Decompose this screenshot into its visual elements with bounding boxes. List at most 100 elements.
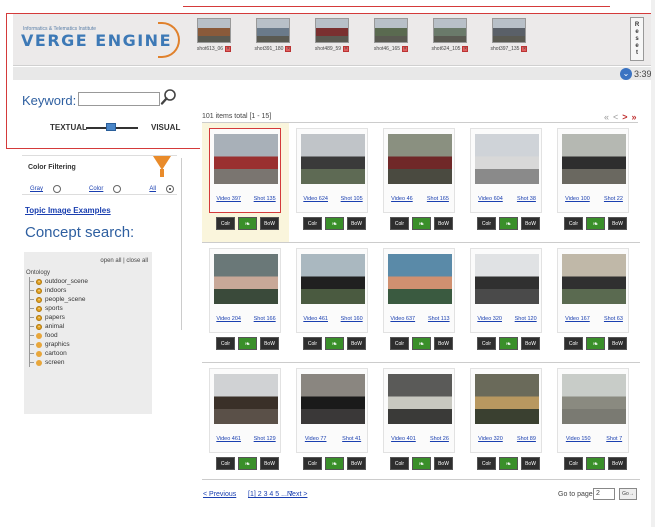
remove-shot-icon[interactable]: × (462, 46, 469, 52)
bow-search-button[interactable]: BoW (260, 337, 279, 350)
bow-search-button[interactable]: BoW (521, 337, 540, 350)
add-shot-button[interactable]: ❧ (499, 217, 518, 230)
video-link[interactable]: Video 320 (478, 436, 503, 442)
video-link[interactable]: Video 637 (390, 316, 415, 322)
go-button[interactable]: Go→ (619, 488, 637, 500)
color-search-button[interactable]: Colr (216, 337, 235, 350)
add-shot-button[interactable]: ❧ (238, 457, 257, 470)
shot-link[interactable]: Shot 41 (342, 436, 361, 442)
strip-thumb[interactable]: shot397_135 × (483, 18, 535, 60)
strip-thumb[interactable]: shot46_165 × (365, 18, 417, 60)
color-option-radio[interactable] (113, 185, 122, 193)
search-icon[interactable] (160, 88, 178, 106)
color-search-button[interactable]: Colr (303, 457, 322, 470)
add-shot-button[interactable]: ❧ (586, 337, 605, 350)
shot-link[interactable]: Shot 105 (341, 196, 363, 202)
strip-thumb-image[interactable] (315, 18, 349, 43)
expand-icon[interactable]: + (36, 305, 42, 312)
shot-link[interactable]: Shot 135 (254, 196, 276, 202)
ontology-item-label[interactable]: people_scene (45, 296, 85, 303)
strip-thumb[interactable]: shot613_06 × (188, 18, 240, 60)
video-link[interactable]: Video 624 (303, 196, 328, 202)
ontology-item[interactable]: food (26, 331, 88, 340)
video-link[interactable]: Video 401 (391, 436, 416, 442)
strip-thumb-image[interactable] (374, 18, 408, 43)
expand-icon[interactable]: + (36, 287, 42, 294)
add-shot-button[interactable]: ❧ (586, 457, 605, 470)
result-thumbnail[interactable] (475, 254, 539, 304)
bow-search-button[interactable]: BoW (434, 337, 453, 350)
textual-visual-slider-handle[interactable] (106, 123, 116, 131)
result-thumbnail[interactable] (388, 134, 452, 184)
page-scrollbar[interactable] (651, 0, 655, 527)
ontology-item-label[interactable]: graphics (45, 341, 70, 348)
ontology-item-label[interactable]: papers (45, 314, 65, 321)
bow-search-button[interactable]: BoW (434, 217, 453, 230)
color-search-button[interactable]: Colr (477, 457, 496, 470)
expand-icon[interactable]: + (36, 278, 42, 285)
add-shot-button[interactable]: ❧ (325, 337, 344, 350)
video-link[interactable]: Video 397 (216, 196, 241, 202)
color-search-button[interactable]: Colr (216, 217, 235, 230)
video-link[interactable]: Video 167 (565, 316, 590, 322)
shot-link[interactable]: Shot 22 (604, 196, 623, 202)
result-thumbnail[interactable] (475, 374, 539, 424)
add-shot-button[interactable]: ❧ (412, 337, 431, 350)
topic-image-examples-link[interactable]: Topic Image Examples (25, 206, 111, 215)
bow-search-button[interactable]: BoW (347, 337, 366, 350)
result-thumbnail[interactable] (214, 134, 278, 184)
video-link[interactable]: Video 150 (566, 436, 591, 442)
result-thumbnail[interactable] (214, 254, 278, 304)
add-shot-button[interactable]: ❧ (586, 217, 605, 230)
color-search-button[interactable]: Colr (564, 457, 583, 470)
color-search-button[interactable]: Colr (303, 217, 322, 230)
color-option-radio[interactable] (53, 185, 62, 193)
result-thumbnail[interactable] (562, 134, 626, 184)
ontology-item[interactable]: + people_scene (26, 295, 88, 304)
color-search-button[interactable]: Colr (303, 337, 322, 350)
video-link[interactable]: Video 100 (565, 196, 590, 202)
result-thumbnail[interactable] (388, 254, 452, 304)
color-search-button[interactable]: Colr (390, 337, 409, 350)
ontology-item-label[interactable]: outdoor_scene (45, 278, 88, 285)
strip-thumb-image[interactable] (433, 18, 467, 43)
result-thumbnail[interactable] (301, 374, 365, 424)
strip-thumb[interactable]: shot391_180 × (247, 18, 299, 60)
remove-shot-icon[interactable]: × (225, 46, 232, 52)
result-thumbnail[interactable] (214, 374, 278, 424)
shot-link[interactable]: Shot 129 (254, 436, 276, 442)
color-search-button[interactable]: Colr (564, 337, 583, 350)
add-shot-button[interactable]: ❧ (325, 457, 344, 470)
add-shot-button[interactable]: ❧ (325, 217, 344, 230)
bow-search-button[interactable]: BoW (608, 217, 627, 230)
color-option-label[interactable]: Color (89, 186, 103, 192)
video-link[interactable]: Video 204 (216, 316, 241, 322)
goto-page-input[interactable]: 2 (593, 488, 615, 500)
shot-link[interactable]: Shot 120 (515, 316, 537, 322)
ontology-item[interactable]: + animal (26, 322, 88, 331)
ontology-item[interactable]: + sports (26, 304, 88, 313)
ontology-item-label[interactable]: indoors (45, 287, 66, 294)
shot-link[interactable]: Shot 166 (254, 316, 276, 322)
ontology-item[interactable]: + indoors (26, 286, 88, 295)
remove-shot-icon[interactable]: × (343, 46, 350, 52)
open-close-all-links[interactable]: open all | close all (100, 258, 148, 264)
add-shot-button[interactable]: ❧ (499, 337, 518, 350)
color-search-button[interactable]: Colr (564, 217, 583, 230)
color-search-button[interactable]: Colr (390, 217, 409, 230)
add-shot-button[interactable]: ❧ (412, 457, 431, 470)
video-link[interactable]: Video 461 (303, 316, 328, 322)
bow-search-button[interactable]: BoW (260, 217, 279, 230)
video-link[interactable]: Video 77 (305, 436, 327, 442)
bow-search-button[interactable]: BoW (608, 337, 627, 350)
shot-link[interactable]: Shot 160 (341, 316, 363, 322)
shot-link[interactable]: Shot 113 (428, 316, 450, 322)
bow-search-button[interactable]: BoW (347, 217, 366, 230)
color-option-label[interactable]: Gray (30, 186, 43, 192)
ontology-item-label[interactable]: screen (45, 359, 65, 366)
shot-link[interactable]: Shot 165 (427, 196, 449, 202)
keyword-input[interactable] (78, 92, 160, 106)
bow-search-button[interactable]: BoW (347, 457, 366, 470)
strip-thumb-image[interactable] (197, 18, 231, 43)
expand-icon[interactable]: + (36, 314, 42, 321)
